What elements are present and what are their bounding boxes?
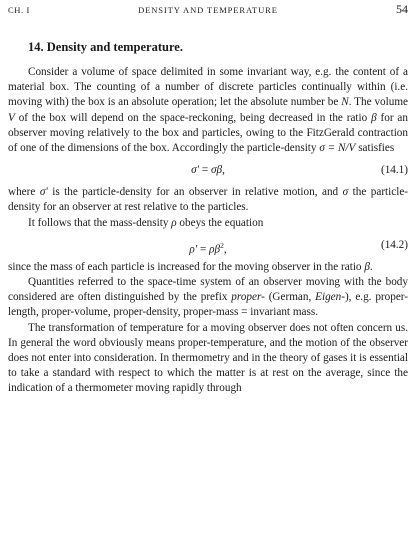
paragraph-5: Quantities referred to the space-time sy… — [8, 276, 409, 319]
page: CH. I DENSITY AND TEMPERATURE 54 14. Den… — [8, 0, 408, 552]
paragraph-1: Consider a volume of space delimited in … — [8, 66, 409, 155]
paragraph-4: since the mass of each particle is incre… — [8, 260, 373, 273]
paragraph-6: The transformation of temperature for a … — [8, 321, 408, 395]
equation-number: (14.1) — [380, 164, 408, 177]
running-header: CH. I DENSITY AND TEMPERATURE 54 — [8, 2, 408, 18]
paragraph-2: where σ′ is the particle-density for an … — [8, 186, 409, 214]
paragraph-3: It follows that the mass-density ρ obeys… — [28, 216, 264, 229]
section-heading: 14. Density and temperature. — [28, 40, 183, 54]
equation-number: (14.2) — [380, 238, 408, 251]
equation-14-1: σ′ = σβ, (14.1) — [8, 156, 408, 185]
running-title: DENSITY AND TEMPERATURE — [138, 5, 278, 15]
page-number: 54 — [396, 2, 408, 16]
equation-14-2: ρ′ = ρβ2, (14.2) — [189, 238, 408, 256]
body-text: Consider a volume of space delimited in … — [8, 65, 408, 397]
